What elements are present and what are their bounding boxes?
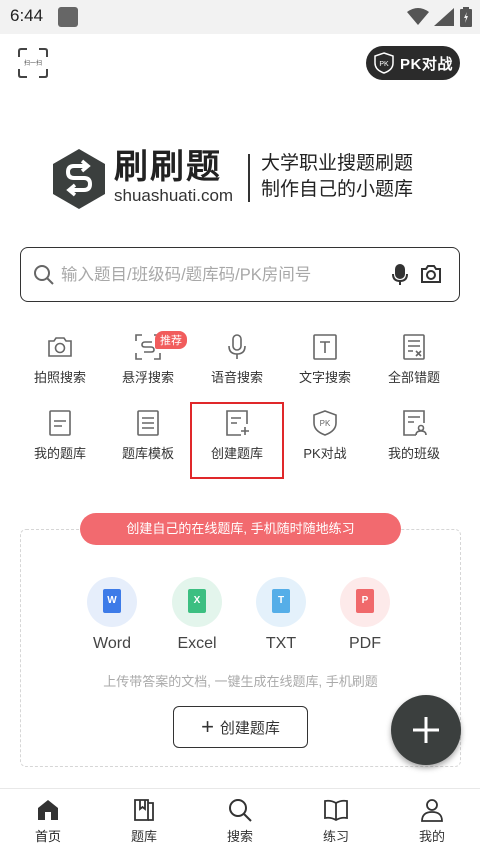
search-input[interactable] [61, 260, 381, 290]
grid-create-bank[interactable]: 创建题库 [190, 402, 284, 479]
grid-label: PK对战 [303, 446, 347, 461]
practice-book-icon [324, 799, 348, 822]
create-bank-button[interactable]: + 创建题库 [173, 706, 308, 748]
wifi-icon [407, 8, 429, 25]
recommend-badge: 推荐 [155, 331, 187, 349]
my-question-bank-icon [49, 410, 71, 436]
pk-shield-icon: PK [313, 410, 337, 436]
grid-text-search[interactable]: 文字搜索 [280, 333, 370, 403]
tab-home[interactable]: 首页 [18, 797, 78, 845]
svg-text:PK: PK [379, 61, 389, 68]
pk-battle-button[interactable]: PK PK对战 [366, 46, 460, 80]
pk-battle-label: PK对战 [400, 55, 453, 73]
file-type-label: TXT [265, 635, 297, 652]
brand-slogan-line2: 制作自己的小题库 [261, 179, 414, 200]
grid-floating-search[interactable]: 推荐 悬浮搜索 [103, 331, 193, 403]
grid-label: 悬浮搜索 [121, 370, 174, 385]
app-screen: 6:44 扫一扫 PK PK对战 刷刷题 shuashuati.com 大学职业… [0, 0, 480, 853]
logo-mark-icon [53, 149, 105, 209]
signal-icon [434, 8, 454, 26]
file-type-label: PDF [349, 635, 381, 652]
plus-icon [413, 717, 439, 743]
file-type-word: W Word [84, 577, 140, 653]
camera-search-icon[interactable] [420, 264, 442, 284]
grid-voice-search[interactable]: 语音搜索 [192, 333, 282, 403]
scan-label: 扫一扫 [23, 61, 42, 67]
search-bar[interactable] [20, 247, 460, 302]
file-type-txt: T TXT [253, 577, 309, 653]
my-class-icon [403, 410, 427, 436]
grid-all-wrong-questions[interactable]: 全部错题 [369, 333, 459, 403]
plus-icon: + [201, 714, 214, 739]
grid-label: 题库模板 [121, 446, 174, 461]
create-bank-description: 上传带答案的文档, 一键生成在线题库, 手机刷题 [103, 674, 378, 689]
pdf-file-icon: P [340, 577, 390, 627]
voice-search-icon[interactable] [390, 264, 410, 286]
tab-label: 题库 [130, 829, 157, 844]
tab-practice[interactable]: 练习 [306, 797, 366, 845]
word-file-icon: W [87, 577, 137, 627]
microphone-icon [228, 334, 246, 359]
tab-search[interactable]: 搜索 [210, 797, 270, 845]
create-bank-promo: 创建自己的在线题库, 手机随时随地练习 [80, 513, 401, 545]
profile-icon [421, 799, 443, 822]
status-bar: 6:44 [0, 0, 480, 34]
battery-icon [460, 7, 472, 27]
brand-slogan-line1: 大学职业搜题刷题 [261, 153, 414, 174]
scan-button[interactable]: 扫一扫 [18, 48, 48, 78]
file-type-label: Word [93, 635, 131, 652]
search-icon [34, 265, 54, 285]
grid-label: 文字搜索 [298, 370, 351, 385]
tab-label: 我的 [418, 829, 445, 844]
grid-label: 语音搜索 [210, 370, 263, 385]
logo-divider [248, 154, 250, 202]
search-icon [229, 799, 252, 822]
create-bank-icon [226, 410, 249, 436]
tab-label: 首页 [34, 829, 61, 844]
grid-label: 我的题库 [33, 446, 86, 461]
brand-url: shuashuati.com [114, 186, 234, 205]
grid-label: 我的班级 [387, 446, 440, 461]
grid-bank-template[interactable]: 题库模板 [103, 409, 193, 479]
file-type-pdf: P PDF [337, 577, 393, 653]
file-type-label: Excel [177, 635, 217, 652]
grid-my-question-bank[interactable]: 我的题库 [15, 409, 105, 479]
grid-label: 创建题库 [210, 446, 263, 461]
grid-label: 全部错题 [387, 370, 440, 385]
file-type-excel: X Excel [169, 577, 225, 653]
tab-profile[interactable]: 我的 [402, 797, 462, 845]
add-fab-button[interactable] [391, 695, 461, 765]
home-icon [38, 800, 58, 820]
brand-logo: 刷刷题 shuashuati.com 大学职业搜题刷题 制作自己的小题库 [52, 148, 432, 210]
status-time: 6:44 [10, 6, 44, 25]
pk-shield-icon: PK [374, 52, 394, 74]
camera-search-icon [48, 337, 72, 357]
text-search-icon [313, 334, 337, 360]
grid-label: 拍照搜索 [33, 370, 86, 385]
grid-pk-battle[interactable]: PK PK对战 [280, 409, 370, 479]
template-icon [137, 410, 159, 436]
create-bank-button-label: 创建题库 [219, 719, 280, 737]
brand-name: 刷刷题 [114, 148, 222, 186]
wrong-questions-icon [403, 334, 425, 360]
grid-my-class[interactable]: 我的班级 [369, 409, 459, 479]
tab-label: 练习 [322, 829, 349, 844]
excel-file-icon: X [172, 577, 222, 627]
grid-photo-search[interactable]: 拍照搜索 [15, 333, 105, 403]
tab-label: 搜索 [226, 829, 253, 844]
question-bank-icon [134, 799, 154, 821]
txt-file-icon: T [256, 577, 306, 627]
notification-icon [58, 7, 78, 27]
bottom-tab-bar: 首页 题库 搜索 练习 我的 [0, 788, 480, 853]
tab-question-bank[interactable]: 题库 [114, 797, 174, 845]
svg-text:PK: PK [320, 419, 331, 428]
